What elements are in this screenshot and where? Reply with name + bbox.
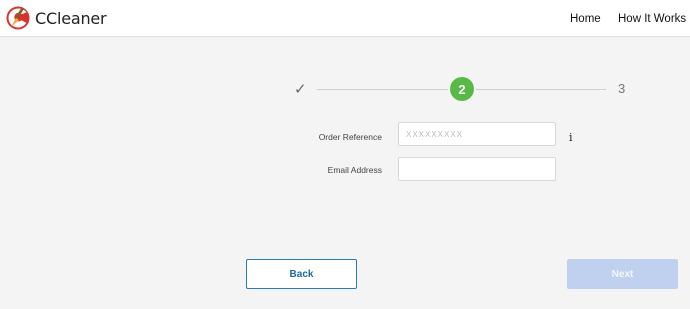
- order-reference-input[interactable]: [398, 122, 556, 146]
- stepper-connector-1: [317, 89, 448, 90]
- email-address-label: Email Address: [327, 165, 382, 175]
- top-header: CCleaner Home How It Works: [0, 0, 690, 37]
- brand-name: CCleaner: [35, 8, 107, 28]
- progress-stepper: ✓ 2 3: [290, 76, 630, 102]
- order-reference-label: Order Reference: [318, 132, 382, 142]
- nav-how-it-works-link[interactable]: How It Works: [618, 0, 686, 37]
- ccleaner-logo-icon: [6, 6, 30, 30]
- step-3-indicator: 3: [618, 81, 626, 96]
- order-reference-info-icon[interactable]: i: [569, 131, 573, 144]
- email-address-input[interactable]: [398, 157, 556, 181]
- step-2-active-indicator: 2: [450, 77, 474, 101]
- step-1-completed-check-icon: ✓: [294, 81, 307, 98]
- stepper-connector-2: [476, 89, 606, 90]
- back-button[interactable]: Back: [246, 259, 357, 289]
- brand-logo[interactable]: CCleaner: [5, 4, 107, 32]
- nav-home-link[interactable]: Home: [570, 0, 601, 37]
- next-button[interactable]: Next: [567, 259, 678, 289]
